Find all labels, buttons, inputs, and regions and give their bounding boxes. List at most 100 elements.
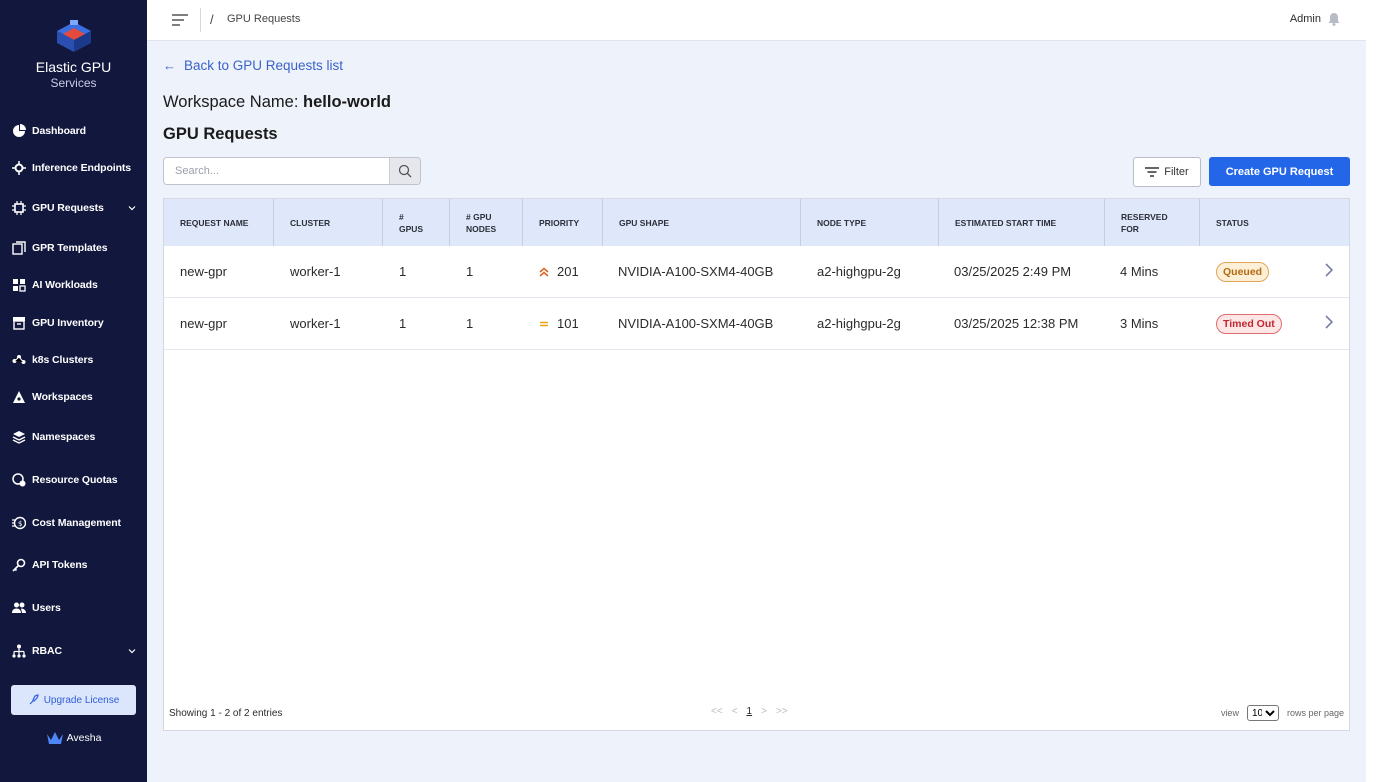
prev-page-button[interactable]: <: [732, 706, 738, 717]
crown-icon: [46, 732, 63, 744]
view-label: view: [1220, 708, 1239, 718]
menu-icon[interactable]: [172, 13, 188, 27]
main-content: ← Back to GPU Requests list Workspace Na…: [147, 41, 1366, 782]
sidebar-item-gpu-requests[interactable]: GPU Requests: [0, 193, 147, 223]
upgrade-license-label: Upgrade License: [43, 694, 120, 706]
cell-node-type: a2-highgpu-2g: [817, 264, 901, 279]
bell-icon[interactable]: [1327, 12, 1341, 26]
search-input[interactable]: [164, 158, 390, 184]
column-header-status[interactable]: STATUS: [1200, 199, 1349, 246]
filter-button[interactable]: Filter: [1133, 157, 1201, 187]
cell-priority: 101: [539, 298, 579, 349]
sidebar-item-dashboard[interactable]: Dashboard: [0, 116, 147, 146]
sidebar-item-ai-workloads[interactable]: AI Workloads: [0, 270, 147, 300]
pie-chart-icon: [12, 124, 26, 138]
search-button[interactable]: [389, 158, 420, 184]
page-number[interactable]: 1: [747, 706, 753, 717]
table-row[interactable]: new-gpr worker-1 1 1 101 NVIDIA-A100-SXM…: [164, 298, 1349, 350]
chevron-down-icon[interactable]: [128, 647, 136, 655]
chevron-right-icon[interactable]: [1324, 263, 1334, 277]
chevron-down-icon[interactable]: [128, 204, 136, 212]
column-header-line: # GPU: [466, 211, 492, 222]
brand[interactable]: Elastic GPU Services: [0, 20, 147, 91]
sidebar-item-k8s-clusters[interactable]: k8s Clusters: [0, 345, 147, 375]
rows-per-page-label: rows per page: [1286, 708, 1344, 718]
rocket-icon: [29, 694, 39, 705]
column-header-estimated-start-time[interactable]: ESTIMATED START TIME: [939, 199, 1105, 246]
avesha-label: Avesha: [66, 732, 102, 744]
cell-cluster: worker-1: [290, 264, 341, 279]
cell-estimated-start-time: 03/25/2025 2:49 PM: [954, 264, 1072, 279]
cell-request-name: new-gpr: [180, 264, 227, 279]
filter-icon: [1145, 167, 1160, 177]
quota-icon: [12, 473, 26, 487]
last-page-button[interactable]: >>: [776, 706, 788, 717]
table-row[interactable]: new-gpr worker-1 1 1 201 NVIDIA-A100-SXM…: [164, 246, 1349, 298]
column-header-cluster[interactable]: CLUSTER: [274, 199, 383, 246]
workloads-icon: [12, 278, 26, 292]
entries-count: Showing 1 - 2 of 2 entries: [169, 708, 283, 719]
cell-gpu-shape: NVIDIA-A100-SXM4-40GB: [618, 264, 774, 279]
sidebar-item-label: GPU Inventory: [32, 317, 104, 329]
sidebar-item-gpu-inventory[interactable]: GPU Inventory: [0, 308, 147, 338]
sidebar-item-users[interactable]: Users: [0, 593, 147, 623]
search-icon: [398, 164, 412, 178]
sidebar-item-label: GPU Requests: [32, 202, 104, 214]
column-header-priority[interactable]: PRIORITY: [523, 199, 603, 246]
first-page-button[interactable]: <<: [711, 706, 723, 717]
sidebar-item-label: Namespaces: [32, 431, 96, 443]
template-icon: [12, 241, 26, 255]
column-header-reserved-for[interactable]: RESERVED FOR: [1105, 199, 1200, 246]
table-header: REQUEST NAME CLUSTER # GPUS # GPU NODES PR…: [164, 199, 1349, 246]
sidebar: Elastic GPU Services Dashboard Inference…: [0, 0, 147, 782]
sidebar-item-rbac[interactable]: RBAC: [0, 636, 147, 666]
priority-value: 201: [557, 264, 579, 279]
back-link-label: Back to GPU Requests list: [184, 58, 344, 73]
cell-reserved-for: 4 Mins: [1120, 264, 1159, 279]
workspace-title: Workspace Name: hello-world: [163, 93, 391, 112]
back-to-list-link[interactable]: ← Back to GPU Requests list: [163, 58, 343, 73]
cell-status: Queued: [1216, 246, 1270, 297]
column-header-gpu-shape[interactable]: GPU SHAPE: [603, 199, 801, 246]
upgrade-license-button[interactable]: Upgrade License: [11, 685, 136, 715]
workspace-icon: [12, 390, 26, 404]
user-name[interactable]: Admin: [1290, 13, 1321, 25]
column-header-gpu-nodes[interactable]: # GPU NODES: [450, 199, 523, 246]
next-page-button[interactable]: >: [761, 706, 767, 717]
sidebar-item-gpr-templates[interactable]: GPR Templates: [0, 233, 147, 263]
sidebar-item-label: Resource Quotas: [32, 474, 118, 486]
rows-per-page-select[interactable]: 10: [1246, 705, 1279, 721]
elastic-gpu-logo-icon: [56, 20, 91, 52]
cell-node-type: a2-highgpu-2g: [817, 316, 901, 331]
divider: [200, 8, 201, 32]
column-header-node-type[interactable]: NODE TYPE: [801, 199, 939, 246]
svg-text:$: $: [18, 520, 22, 528]
double-chevron-up-icon: [539, 267, 549, 277]
workspace-name: hello-world: [303, 93, 392, 111]
cell-request-name: new-gpr: [180, 316, 227, 331]
sidebar-item-workspaces[interactable]: Workspaces: [0, 382, 147, 412]
sidebar-item-label: RBAC: [32, 645, 62, 657]
cell-gpus: 1: [399, 264, 407, 279]
breadcrumb[interactable]: GPU Requests: [227, 13, 300, 25]
create-gpu-request-button[interactable]: Create GPU Request: [1209, 157, 1350, 186]
chip-icon: [12, 201, 26, 215]
users-icon: [12, 601, 26, 615]
sidebar-item-label: GPR Templates: [32, 242, 108, 254]
sidebar-item-resource-quotas[interactable]: Resource Quotas: [0, 465, 147, 495]
filter-label: Filter: [1164, 166, 1189, 178]
sidebar-item-label: AI Workloads: [32, 279, 98, 291]
cell-gpu-nodes: 1: [466, 264, 474, 279]
cell-gpu-shape: NVIDIA-A100-SXM4-40GB: [618, 316, 774, 331]
sidebar-item-cost-management[interactable]: $ Cost Management: [0, 508, 147, 538]
sidebar-item-namespaces[interactable]: Namespaces: [0, 422, 147, 452]
sidebar-item-api-tokens[interactable]: API Tokens: [0, 550, 147, 580]
gear-network-icon: [12, 161, 26, 175]
chevron-right-icon[interactable]: [1324, 315, 1334, 329]
sidebar-item-label: API Tokens: [32, 559, 88, 571]
column-header-request-name[interactable]: REQUEST NAME: [164, 199, 274, 246]
brand-title: Elastic GPU: [35, 59, 112, 75]
sidebar-item-inference-endpoints[interactable]: Inference Endpoints: [0, 153, 147, 183]
column-header-gpus[interactable]: # GPUS: [383, 199, 450, 246]
status-badge: Queued: [1216, 261, 1270, 282]
